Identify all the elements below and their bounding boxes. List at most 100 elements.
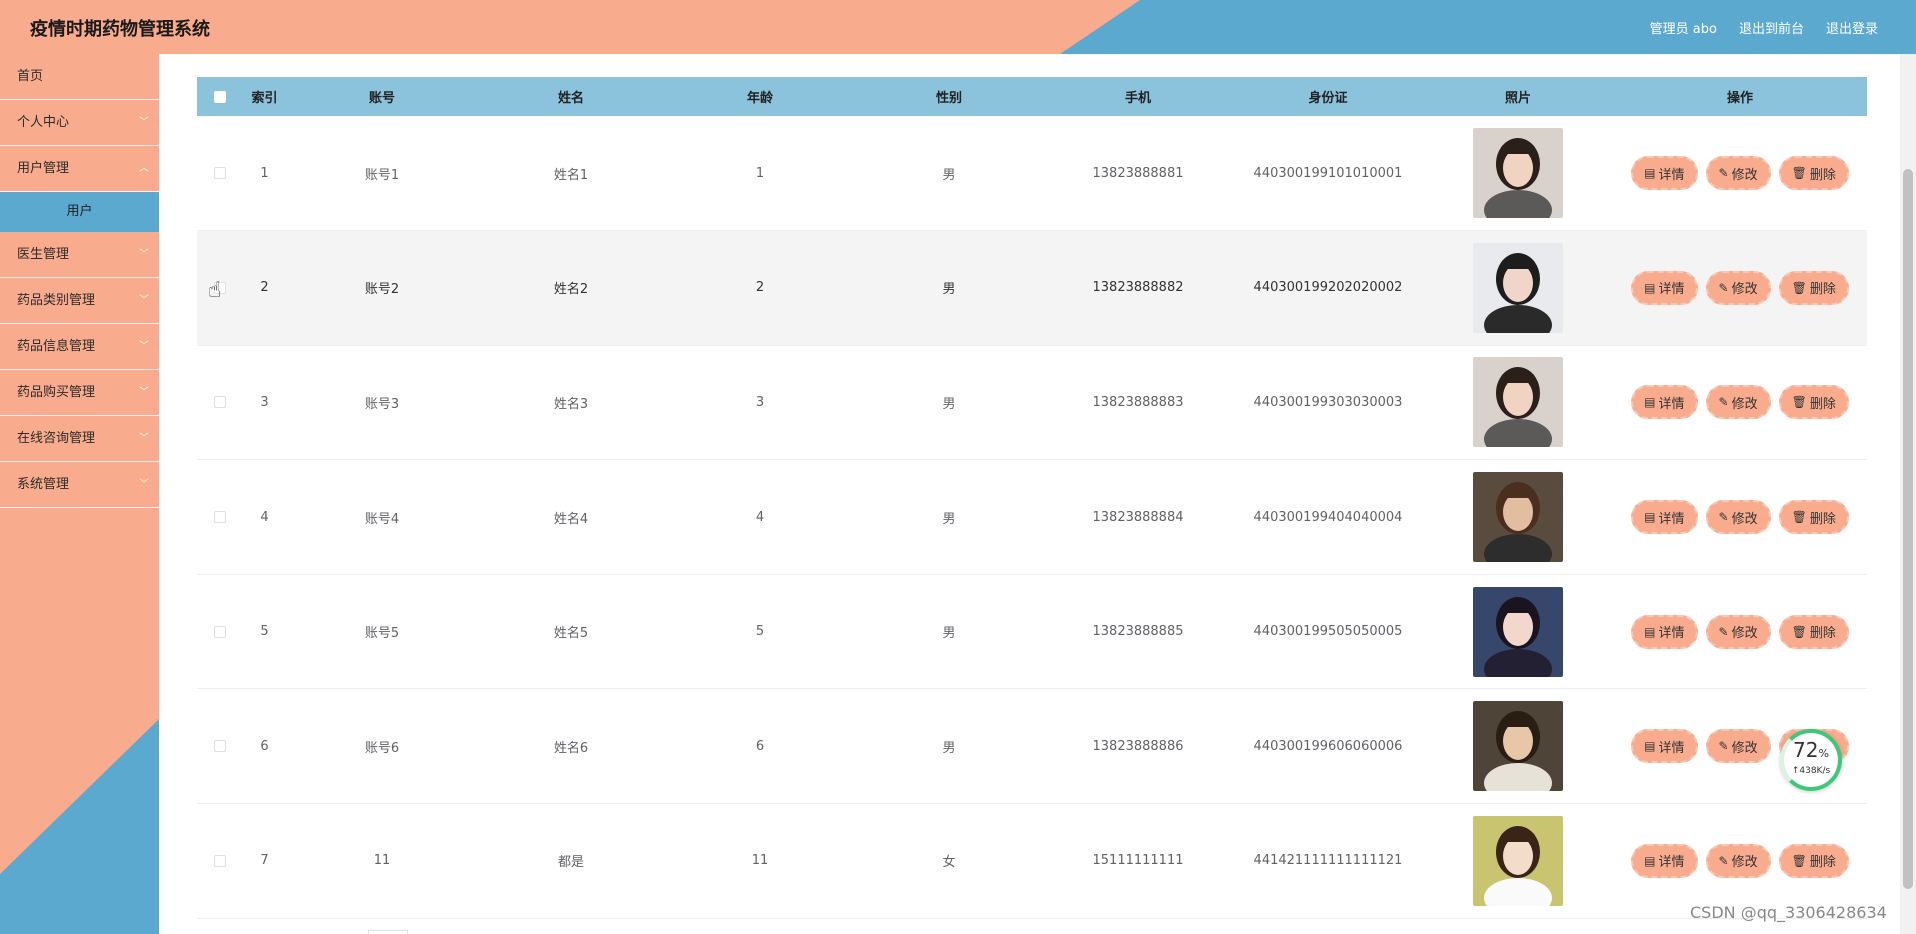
delete-button[interactable]: 🗑删除: [1778, 614, 1849, 649]
delete-button[interactable]: 🗑删除: [1778, 500, 1849, 535]
sidebar-item-profile[interactable]: 个人中心 ﹀: [0, 100, 159, 146]
table-row[interactable]: 1 账号1 姓名1 1 男 13823888881 440300199101010001 ▤ 详…: [197, 116, 1867, 231]
table-row[interactable]: 5 账号5 姓名5 5 男 13823888885 440300199505050005 ▤ 详…: [197, 574, 1867, 689]
cell-id-card: 440300199101010001: [1253, 165, 1403, 181]
row-checkbox[interactable]: [213, 511, 226, 524]
detail-button[interactable]: ▤ 详情: [1631, 385, 1698, 420]
hand-cursor-icon: ☝: [208, 278, 222, 303]
trash-icon: 🗑: [1791, 853, 1807, 868]
cell-index: 4: [260, 509, 269, 525]
table-row[interactable]: 2 账号2 姓名2 2 男 13823888882 440300199202020002 ▤ 详…: [197, 230, 1867, 346]
select-all-cell: [197, 77, 242, 116]
sidebar-item-label: 药品信息管理: [17, 339, 96, 354]
edit-button[interactable]: ✎ 修改: [1705, 843, 1771, 878]
column-header: 操作: [1726, 91, 1753, 106]
column-header: 手机: [1124, 91, 1151, 106]
detail-button[interactable]: ▤ 详情: [1631, 500, 1698, 535]
detail-button[interactable]: ▤ 详情: [1631, 156, 1698, 191]
cell-id-card: 440300199202020002: [1253, 280, 1403, 296]
table-row[interactable]: 6 账号6 姓名6 6 男 13823888886 440300199606060006 ▤ 详…: [197, 689, 1867, 804]
exit-to-frontend-link[interactable]: 退出到前台: [1739, 18, 1804, 37]
cell-gender: 女: [942, 855, 956, 871]
detail-button[interactable]: ▤ 详情: [1631, 614, 1698, 649]
edit-button[interactable]: ✎ 修改: [1705, 729, 1771, 764]
table-row[interactable]: 3 账号3 姓名3 3 男 13823888883 440300199303030003 ▤ 详…: [197, 345, 1867, 460]
cell-name: 姓名1: [553, 167, 589, 183]
document-icon: ▤: [1644, 280, 1656, 295]
cell-age: 5: [755, 624, 765, 640]
trash-icon: 🗑: [1791, 166, 1807, 181]
trash-icon: 🗑: [1791, 624, 1807, 639]
cell-gender: 男: [942, 740, 956, 756]
logout-link[interactable]: 退出登录: [1826, 18, 1878, 37]
document-icon: ▤: [1644, 166, 1656, 181]
edit-button[interactable]: ✎ 修改: [1705, 500, 1771, 535]
sidebar-item-home[interactable]: 首页: [0, 54, 159, 100]
select-all-checkbox[interactable]: [213, 90, 226, 103]
sidebar-item-doctor-mgmt[interactable]: 医生管理 ﹀: [0, 232, 159, 278]
cell-account: 11: [373, 853, 391, 869]
pencil-icon: ✎: [1718, 739, 1729, 754]
edit-button[interactable]: ✎ 修改: [1705, 270, 1771, 305]
page-scrollbar[interactable]: [1900, 54, 1916, 934]
cell-actions: ▤详情✎修改🗑删除: [1613, 460, 1867, 575]
cell-phone: 15111111111: [1092, 853, 1184, 869]
cell-name: 姓名4: [553, 511, 589, 527]
detail-button[interactable]: ▤ 详情: [1631, 729, 1698, 764]
row-checkbox[interactable]: [213, 854, 226, 867]
detail-button[interactable]: ▤ 详情: [1631, 843, 1698, 878]
column-header: 姓名: [557, 91, 584, 106]
cell-index: 3: [260, 394, 269, 410]
sidebar-item-drug-purchase-mgmt[interactable]: 药品购买管理 ﹀: [0, 370, 159, 416]
detail-button[interactable]: ▤ 详情: [1631, 270, 1698, 305]
cell-id-card: 440300199505050005: [1253, 624, 1403, 640]
sidebar-item-label: 医生管理: [17, 247, 70, 262]
cell-gender: 男: [942, 626, 956, 642]
row-checkbox[interactable]: [213, 396, 226, 409]
scrollbar-thumb[interactable]: [1903, 169, 1913, 889]
edit-button[interactable]: ✎ 修改: [1705, 156, 1771, 191]
cell-phone: 13823888885: [1092, 624, 1184, 640]
detail-button-label: 详情: [1658, 511, 1685, 527]
column-header: 索引: [251, 91, 278, 106]
app-title: 疫情时期药物管理系统: [30, 19, 210, 40]
edit-button-label: 修改: [1731, 282, 1758, 298]
table-row[interactable]: 7 11 都是 11 女 15111111111 441421111111111121 ▤ 详情…: [197, 804, 1867, 919]
delete-button[interactable]: 🗑删除: [1778, 270, 1849, 305]
sidebar-item-system-mgmt[interactable]: 系统管理 ﹀: [0, 462, 159, 508]
sidebar-subitem-user[interactable]: 用户: [0, 192, 159, 232]
pencil-icon: ✎: [1718, 280, 1729, 295]
sidebar-item-drug-info-mgmt[interactable]: 药品信息管理 ﹀: [0, 324, 159, 370]
edit-button[interactable]: ✎ 修改: [1705, 614, 1771, 649]
table-header-row: 索引 账号 姓名 年龄 性别 手机 身份证 照片 操作: [197, 77, 1867, 116]
cell-account: 账号5: [364, 626, 400, 642]
column-header: 性别: [935, 91, 962, 106]
edit-button-label: 修改: [1731, 511, 1758, 527]
sidebar-item-label: 药品类别管理: [17, 293, 96, 308]
edit-button-label: 修改: [1731, 626, 1758, 642]
edit-button[interactable]: ✎ 修改: [1705, 385, 1771, 420]
cell-index: 5: [260, 624, 269, 640]
admin-user-label: 管理员 abo: [1649, 22, 1717, 37]
sidebar-item-drug-category-mgmt[interactable]: 药品类别管理 ﹀: [0, 278, 159, 324]
sidebar-item-user-mgmt[interactable]: 用户管理 ︿: [0, 146, 159, 192]
main-content: 索引 账号 姓名 年龄 性别 手机 身份证 照片 操作 1 账号1 姓名1 1 男 138…: [159, 54, 1900, 934]
user-photo: [1473, 815, 1563, 906]
row-checkbox[interactable]: [213, 625, 226, 638]
user-photo: [1473, 586, 1563, 677]
delete-button[interactable]: 🗑删除: [1778, 385, 1849, 420]
delete-button-label: 删除: [1809, 396, 1836, 412]
cell-phone: 13823888882: [1092, 280, 1184, 296]
cell-name: 姓名3: [553, 396, 589, 412]
delete-button[interactable]: 🗑删除: [1778, 156, 1849, 191]
table-row[interactable]: 4 账号4 姓名4 4 男 13823888884 440300199404040004 ▤ 详…: [197, 460, 1867, 575]
chevron-down-icon: ﹀: [139, 295, 149, 306]
row-checkbox[interactable]: [213, 740, 226, 753]
trash-icon: 🗑: [1791, 280, 1807, 295]
cell-age: 3: [755, 394, 765, 410]
delete-button[interactable]: 🗑删除: [1778, 843, 1849, 878]
chevron-down-icon: ﹀: [139, 433, 149, 444]
sidebar-item-consult-mgmt[interactable]: 在线咨询管理 ﹀: [0, 416, 159, 462]
row-checkbox[interactable]: [213, 167, 226, 180]
cell-name: 都是: [557, 855, 584, 871]
